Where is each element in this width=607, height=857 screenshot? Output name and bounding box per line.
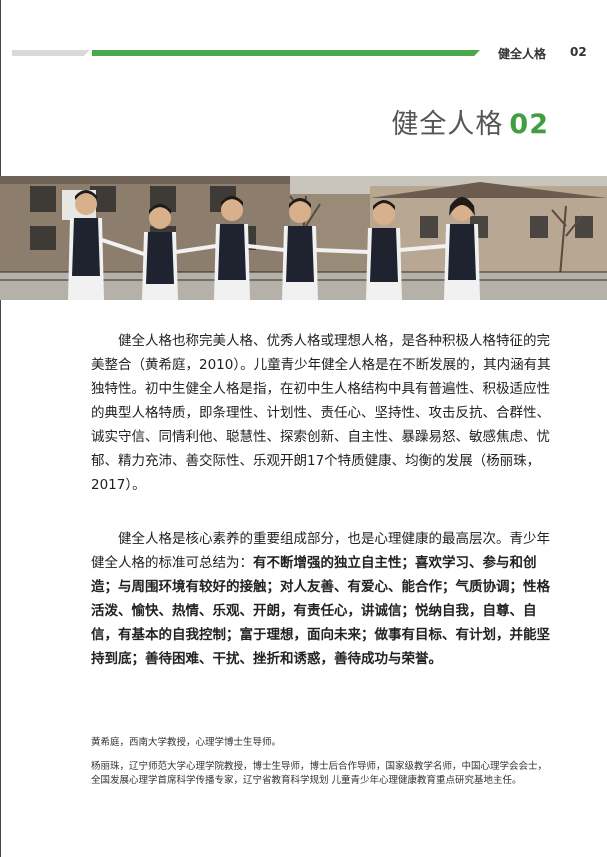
page-title: 健全人格 02 (391, 102, 549, 141)
students-running-photo (0, 176, 607, 300)
paragraph-standards-bold: 有不断增强的独立自主性；喜欢学习、参与和创造；与周围环境有较好的接触；对人友善、… (91, 555, 550, 667)
page-edge-line (0, 0, 1, 857)
paragraph-standards: 健全人格是核心素养的重要组成部分，也是心理健康的最高层次。青少年健全人格的标准可… (91, 527, 556, 671)
page-title-number: 02 (509, 109, 549, 140)
paragraph-definition: 健全人格也称完美人格、优秀人格或理想人格，是各种积极人格特征的完美整合（黄希庭，… (91, 333, 551, 493)
header-bar-green (92, 50, 480, 56)
footnote-yang: 杨丽珠，辽宁师范大学心理学院教授，博士生导师，博士后合作导师，国家级教学名师，中… (91, 761, 548, 786)
footnote-huang: 黄希庭，西南大学教授，心理学博士生导师。 (91, 737, 282, 748)
running-header-label: 健全人格 (498, 47, 547, 61)
header-bar-gray (12, 50, 90, 56)
running-header-page-number: 02 (570, 45, 587, 59)
page-title-text: 健全人格 (391, 109, 504, 140)
